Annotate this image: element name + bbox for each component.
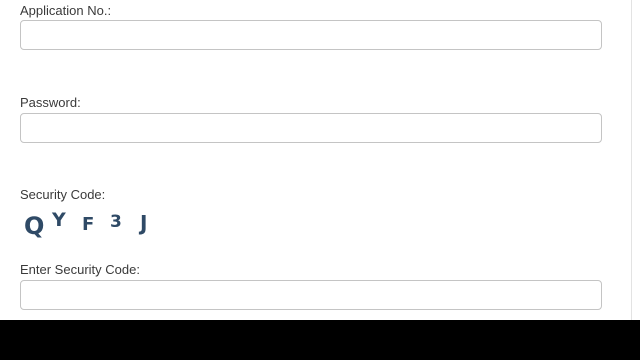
security-code-label: Security Code: <box>20 187 106 202</box>
password-field[interactable] <box>20 113 602 143</box>
application-no-field[interactable] <box>20 20 602 50</box>
enter-security-code-label: Enter Security Code: <box>20 262 140 277</box>
application-no-label: Application No.: <box>20 3 112 18</box>
captcha-char: 3 <box>110 212 122 232</box>
bottom-bar <box>0 320 640 360</box>
captcha-char: F <box>82 214 95 235</box>
scroll-edge <box>631 0 640 320</box>
captcha-char: Q <box>24 212 45 240</box>
password-label: Password: <box>20 95 81 110</box>
captcha-char: Y <box>52 209 66 231</box>
captcha-image: Q Y F 3 J <box>22 206 172 240</box>
captcha-char: J <box>140 211 148 235</box>
login-form: Application No.: Password: Security Code… <box>0 0 640 320</box>
security-code-field[interactable] <box>20 280 602 310</box>
